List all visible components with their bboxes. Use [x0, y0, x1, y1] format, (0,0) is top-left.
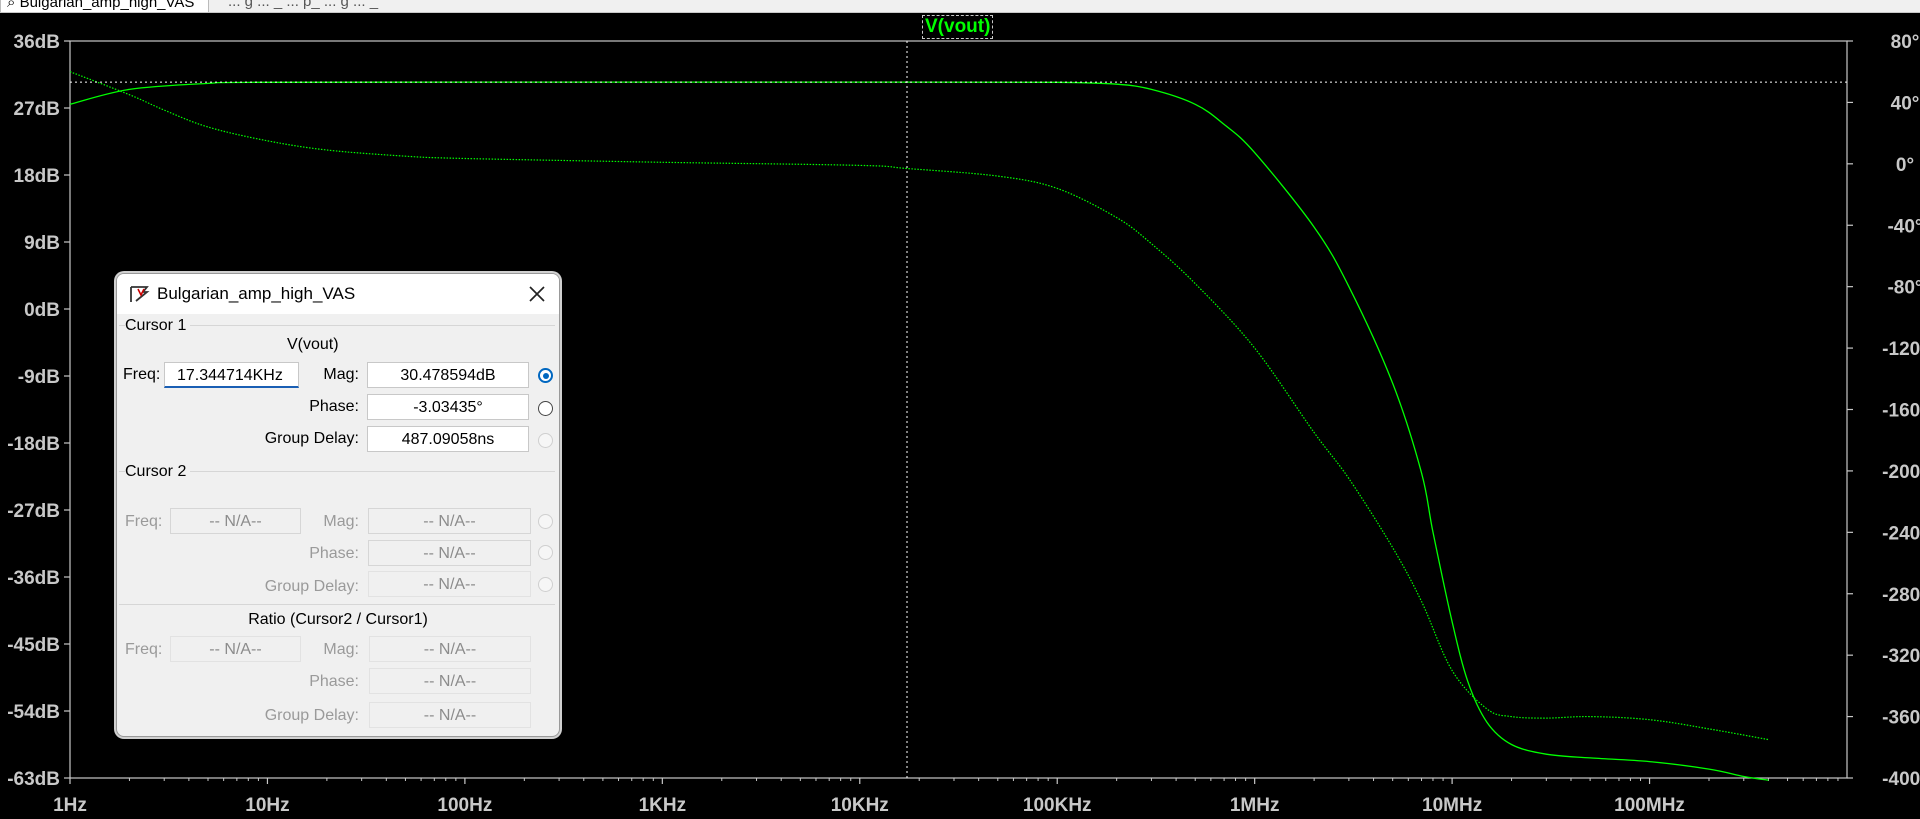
- ratio-phase-field: -- N/A--: [369, 668, 531, 694]
- ratio-freq-label: Freq:: [125, 641, 163, 658]
- y-right-tick-label: -360°: [1882, 708, 1920, 729]
- cursor1-mag-radio[interactable]: [538, 368, 553, 383]
- y-left-tick-label: 27dB: [14, 99, 60, 120]
- second-document-tab[interactable]: ... g ... _ ... p_ ... g ... _: [228, 0, 378, 11]
- y-right-tick-label: -400°: [1882, 769, 1920, 790]
- cursor2-mag-field[interactable]: -- N/A--: [368, 508, 531, 534]
- y-right-tick-label: -240°: [1882, 523, 1920, 544]
- y-right-tick-label: 0°: [1896, 155, 1914, 176]
- x-tick-label: 100KHz: [1023, 795, 1092, 816]
- y-right-tick-label: -120°: [1882, 339, 1920, 360]
- cursor2-group-delay-radio[interactable]: [538, 577, 553, 592]
- y-left-tick-label: -9dB: [18, 367, 60, 388]
- y-left-tick-label: -63dB: [7, 769, 60, 790]
- y-left-tick-label: 9dB: [24, 233, 60, 254]
- cursor1-group-delay-radio[interactable]: [538, 433, 553, 448]
- cursor1-phase-label: Phase:: [309, 398, 359, 415]
- ratio-header: Ratio (Cursor2 / Cursor1): [248, 611, 428, 628]
- cursor2-header: Cursor 2: [125, 463, 191, 481]
- waveform-icon: ⌕: [7, 0, 20, 11]
- cursor2-phase-radio[interactable]: [538, 545, 553, 560]
- dialog-titlebar[interactable]: Bulgarian_amp_high_VAS: [117, 274, 559, 314]
- y-left-tick-label: -27dB: [7, 501, 60, 522]
- cursor1-group-delay-label: Group Delay:: [264, 430, 359, 447]
- trace-label-vout[interactable]: V(vout): [922, 15, 994, 39]
- y-left-tick-label: 36dB: [14, 32, 60, 53]
- y-right-tick-label: -200°: [1882, 462, 1920, 483]
- close-icon[interactable]: [525, 282, 549, 306]
- y-right-tick-label: -280°: [1882, 585, 1920, 606]
- ltspice-app-icon: [130, 286, 150, 302]
- y-right-tick-label: -320°: [1882, 646, 1920, 667]
- y-right-tick-label: -80°: [1887, 278, 1920, 299]
- cursor2-phase-field[interactable]: -- N/A--: [368, 540, 531, 566]
- cursor2-mag-label: Mag:: [323, 513, 359, 530]
- x-tick-label: 10KHz: [831, 795, 889, 816]
- y-left-tick-label: -18dB: [7, 434, 60, 455]
- x-tick-label: 100MHz: [1614, 795, 1685, 816]
- y-right-tick-label: 40°: [1891, 93, 1920, 114]
- y-right-tick-label: -40°: [1887, 216, 1920, 237]
- cursor1-freq-input[interactable]: 17.344714KHz: [164, 362, 299, 388]
- cursor1-phase-radio[interactable]: [538, 401, 553, 416]
- y-left-tick-label: -45dB: [7, 635, 60, 656]
- cursor2-mag-radio[interactable]: [538, 514, 553, 529]
- ratio-separator: [119, 604, 555, 605]
- y-left-tick-label: 18dB: [14, 166, 60, 187]
- cursor1-trace-name: V(vout): [287, 336, 339, 353]
- x-tick-label: 1KHz: [639, 795, 687, 816]
- cursor1-group-delay-field[interactable]: 487.09058ns: [367, 426, 529, 452]
- document-tab-title: Bulgarian_amp_high_VAS: [19, 0, 195, 11]
- cursor2-freq-label: Freq:: [125, 513, 163, 530]
- ratio-mag-field: -- N/A--: [369, 636, 531, 662]
- cursor1-mag-field[interactable]: 30.478594dB: [367, 362, 529, 388]
- y-left-tick-label: 0dB: [24, 300, 60, 321]
- second-document-tab-title: ... g ... _ ... p_ ... g ... _: [228, 0, 379, 10]
- cursor1-mag-label: Mag:: [323, 366, 359, 383]
- x-tick-label: 100Hz: [437, 795, 492, 816]
- ratio-group-delay-field: -- N/A--: [369, 702, 531, 728]
- cursor2-group-delay-field[interactable]: -- N/A--: [368, 571, 531, 597]
- cursor1-phase-field[interactable]: -3.03435°: [367, 394, 529, 420]
- y-right-tick-label: 80°: [1891, 32, 1920, 53]
- ratio-mag-label: Mag:: [323, 641, 359, 658]
- cursor2-phase-label: Phase:: [309, 545, 359, 562]
- cursor1-header: Cursor 1: [125, 317, 191, 335]
- x-tick-label: 1Hz: [53, 795, 87, 816]
- cursor-readout-dialog[interactable]: Bulgarian_amp_high_VAS Cursor 1 V(vout) …: [116, 273, 560, 737]
- cursor2-freq-field[interactable]: -- N/A--: [170, 508, 301, 534]
- cursor2-group-delay-label: Group Delay:: [264, 578, 359, 595]
- ratio-freq-field: -- N/A--: [170, 636, 301, 662]
- y-left-tick-label: -36dB: [7, 568, 60, 589]
- y-right-tick-label: -160°: [1882, 401, 1920, 422]
- x-tick-label: 1MHz: [1230, 795, 1280, 816]
- ratio-phase-label: Phase:: [309, 673, 359, 690]
- ratio-group-delay-label: Group Delay:: [264, 707, 359, 724]
- y-left-tick-label: -54dB: [7, 702, 60, 723]
- x-tick-label: 10Hz: [245, 795, 289, 816]
- dialog-title: Bulgarian_amp_high_VAS: [157, 284, 356, 303]
- cursor1-freq-label: Freq:: [123, 366, 161, 383]
- x-tick-label: 10MHz: [1422, 795, 1482, 816]
